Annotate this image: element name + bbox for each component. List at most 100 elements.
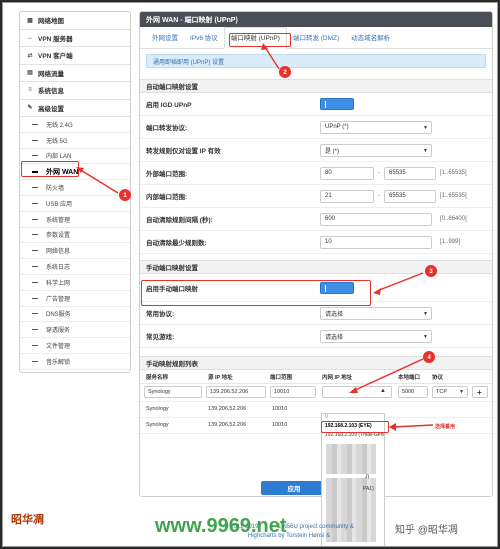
callout-3: 3: [425, 265, 437, 277]
col-lan-ip: 内网 IP 地址: [322, 374, 353, 381]
chevron-down-icon: ▼: [459, 389, 464, 395]
common-protocol-value: 请选择: [325, 311, 344, 318]
sidebar-subitem-admin[interactable]: 系统管理: [20, 212, 130, 228]
sidebar-subitem-label: 无线 5G: [46, 138, 68, 145]
sidebar-item-traffic[interactable]: ▤ 网络流量: [20, 65, 130, 82]
sidebar-subitem-music[interactable]: 音乐解锁: [20, 354, 130, 370]
only-ip-value: 是 (*): [325, 148, 339, 155]
common-game-value: 请选择: [325, 334, 344, 341]
sidebar-subitem-label: 系统日志: [46, 265, 71, 272]
tab-ipv6[interactable]: IPv6 协议: [184, 32, 224, 48]
row-service: Synology: [146, 422, 169, 428]
sidebar-subitem-dns[interactable]: DNS服务: [20, 307, 130, 323]
site-watermark: www.9969.net: [155, 515, 287, 537]
sidebar-subitem-label: 科学上网: [46, 280, 71, 287]
page-title: 外网 WAN - 端口映射 (UPnP): [140, 12, 492, 27]
common-game-select[interactable]: 请选择 ▼: [320, 329, 432, 343]
add-rule-button[interactable]: +: [472, 386, 488, 398]
sidebar-item-vpn-server[interactable]: ↔ VPN 服务器: [20, 30, 130, 47]
clean-min-hint: [1..999]: [440, 239, 461, 245]
only-ip-select[interactable]: 是 (*) ▼: [320, 143, 432, 157]
highlight-upnp-tab: [229, 33, 291, 47]
src-ip-input[interactable]: 139.206.52.206: [206, 386, 266, 398]
dropdown-option[interactable]: 192.168.2.109 (Tmall-Genie): [322, 432, 384, 441]
sidebar-subitem-label: DNS服务: [46, 312, 71, 319]
protocol-select[interactable]: UPnP (*) ▼: [320, 120, 432, 134]
chevron-down-icon: ▼: [423, 310, 428, 317]
tab-ddns[interactable]: 动态域名解析: [345, 32, 396, 48]
sidebar-subitem-label: 广告管理: [46, 296, 71, 303]
sidebar: ▦ 网络地图 ↔ VPN 服务器 ⇄ VPN 客户端 ▤ 网络流量 ≡ 系统信息 ✎ 高级设…: [19, 11, 131, 373]
sidebar-subitem-usb[interactable]: USB 应用: [20, 196, 130, 212]
sidebar-item-vpn-client[interactable]: ⇄ VPN 客户端: [20, 47, 130, 65]
common-protocol-select[interactable]: 请选择 ▼: [320, 306, 432, 320]
row-port: 10010: [272, 406, 288, 412]
sidebar-item-label: 网络地图: [38, 18, 64, 26]
tab-bar: 外网设置 IPv6 协议 端口映射 (UPnP) 端口转发 (DMZ) 动态域名…: [140, 27, 492, 49]
protocol-value: UPnP (*): [325, 124, 349, 130]
enable-upnp-label: 启用 IGD UPnP: [146, 102, 192, 109]
logo: 昭华凋: [11, 513, 44, 526]
sidebar-item-label: 系统信息: [38, 88, 64, 96]
upnp-toggle[interactable]: [320, 98, 354, 110]
sidebar-subitem-label: 文件管理: [46, 344, 71, 351]
callout-1: 1: [119, 189, 131, 201]
col-src-ip: 源 IP 地址: [208, 374, 233, 381]
annotation-note: 选择着用: [435, 424, 456, 430]
section-auto-mapping: 自动端口映射设置: [140, 79, 492, 93]
sidebar-item-system-info[interactable]: ≡ 系统信息: [20, 82, 130, 100]
sidebar-item-network-map[interactable]: ▦ 网络地图: [20, 12, 130, 30]
common-protocol-label: 常用协议:: [146, 311, 175, 318]
col-protocol: 协议: [432, 374, 444, 381]
sidebar-subitem-label: 防火墙: [46, 186, 65, 193]
int-to-input[interactable]: 65535: [384, 189, 436, 203]
clean-interval-input[interactable]: 600: [320, 212, 432, 226]
ext-to-input[interactable]: 65535: [384, 166, 436, 180]
rule-list-header: 服务名称 源 IP 地址 端口范围 内网 IP 地址 本地端口 协议: [140, 370, 492, 384]
clean-min-label: 自动清除最少规则数:: [146, 240, 207, 247]
sidebar-subitem-params[interactable]: 参数设置: [20, 228, 130, 244]
int-hint: [1..65535]: [440, 193, 467, 199]
sidebar-subitem-files[interactable]: 文件管理: [20, 338, 130, 354]
row-service: Synology: [146, 406, 169, 412]
service-input[interactable]: Synology: [144, 386, 202, 398]
tab-wan-settings[interactable]: 外网设置: [146, 32, 184, 48]
dropdown-partial: PA1): [363, 486, 374, 492]
int-range-label: 内部端口范围:: [146, 194, 188, 201]
row-int-range: 内部端口范围: 21 - 65535 [1..65535]: [140, 185, 492, 208]
highlight-wan: [21, 161, 79, 177]
clean-min-input[interactable]: 10: [320, 235, 432, 249]
sidebar-subitem-wifi-5g[interactable]: 无线 5G: [20, 133, 130, 149]
port-input[interactable]: 10010: [270, 386, 316, 398]
chevron-down-icon: ▼: [423, 124, 428, 131]
row-protocol: 端口转发协议: UPnP (*) ▼: [140, 116, 492, 139]
row-enable-upnp: 启用 IGD UPnP: [140, 93, 492, 116]
apply-button[interactable]: 应用: [261, 481, 327, 495]
sidebar-item-label: VPN 客户端: [38, 53, 73, 61]
sidebar-subitem-firewall[interactable]: 防火墙: [20, 180, 130, 196]
sidebar-subitem-proxy[interactable]: 科学上网: [20, 275, 130, 291]
common-game-label: 常见游戏:: [146, 334, 175, 341]
sidebar-subitem-wifi-24g[interactable]: 无线 2.4G: [20, 117, 130, 133]
row-ext-range: 外部端口范围: 80 - 65535 [1..65535]: [140, 162, 492, 185]
col-service: 服务名称: [146, 374, 169, 381]
vpn-client-icon: ⇄: [27, 52, 33, 59]
blurred-region: [326, 444, 376, 474]
tab-dmz[interactable]: 端口转发 (DMZ): [287, 32, 345, 48]
protocol-select[interactable]: TCP ▼: [432, 386, 468, 398]
row-only-ip: 转发规则仅对设置 IP 有效 是 (*) ▼: [140, 139, 492, 162]
sidebar-subitem-label: 系统管理: [46, 217, 71, 224]
sidebar-subitem-adblock[interactable]: 广告管理: [20, 291, 130, 307]
local-port-input[interactable]: 5000: [398, 386, 428, 398]
sidebar-subitem-label: USB 应用: [46, 201, 73, 208]
int-from-input[interactable]: 21: [320, 189, 374, 203]
sidebar-subitem-netinfo[interactable]: 网络信息: [20, 243, 130, 260]
sidebar-subitem-tunnel[interactable]: 穿透服务: [20, 322, 130, 339]
lan-ip-select[interactable]: ▲: [322, 386, 392, 398]
sidebar-subitem-label: 内部 LAN: [46, 154, 72, 161]
sidebar-subitem-syslog[interactable]: 系统日志: [20, 259, 130, 275]
sidebar-item-advanced[interactable]: ✎ 高级设置: [20, 100, 130, 117]
ext-from-input[interactable]: 80: [320, 166, 374, 180]
chevron-down-icon: ▼: [423, 333, 428, 340]
sidebar-item-label: 网络流量: [38, 70, 64, 78]
